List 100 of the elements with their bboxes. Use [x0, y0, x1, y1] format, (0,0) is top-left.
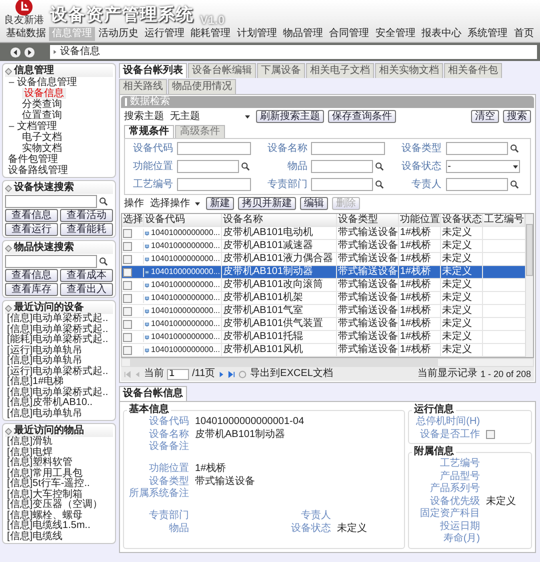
checkbox[interactable]	[123, 346, 132, 354]
action-button[interactable]: 拷贝并新建	[238, 197, 296, 210]
column-header[interactable]: 设备名称	[222, 214, 337, 226]
column-header[interactable]: 设备代码	[144, 214, 222, 226]
search-icon[interactable]	[510, 180, 519, 189]
input-field[interactable]	[311, 142, 386, 155]
view-button[interactable]: 查看运行	[5, 223, 58, 236]
search-icon[interactable]	[241, 162, 250, 171]
recent-link[interactable]: [信息]电动单梁桥式起..	[7, 324, 113, 335]
tab[interactable]: 相关电子文档	[306, 63, 374, 78]
checkbox[interactable]	[486, 430, 495, 440]
menu-item[interactable]: 活动历史	[95, 27, 142, 41]
action-button[interactable]: 编辑	[300, 197, 328, 210]
recent-link[interactable]: [运行]电动单轨吊	[7, 346, 113, 356]
input-field[interactable]	[177, 160, 239, 173]
action-dropdown[interactable]: 选择操作	[148, 198, 202, 210]
view-button[interactable]: 查看信息	[5, 209, 58, 222]
view-button[interactable]: 查看能耗	[60, 223, 113, 236]
menu-item[interactable]: 物品管理	[280, 27, 326, 41]
recent-link[interactable]: [信息]大车控制箱	[7, 490, 113, 500]
checkbox[interactable]	[123, 268, 132, 276]
nav-item[interactable]: 位置查询	[22, 110, 62, 121]
collapse-icon[interactable]	[8, 123, 15, 130]
search-icon[interactable]	[375, 180, 384, 189]
recent-link[interactable]: [信息]滑轨	[7, 437, 113, 448]
checkbox[interactable]	[123, 254, 132, 264]
recent-link[interactable]: [信息]1#电梯	[7, 377, 113, 388]
tab[interactable]: 设备台帐信息	[119, 386, 187, 401]
search-field[interactable]	[5, 255, 97, 268]
tab[interactable]: 物品使用情况	[168, 79, 236, 94]
menu-item[interactable]: 系统管理	[464, 27, 511, 41]
recent-link[interactable]: [信息]电焊	[7, 448, 113, 458]
column-header[interactable]: 设备类型	[337, 214, 399, 226]
recent-link[interactable]: [信息]电动单梁桥式起..	[7, 388, 113, 398]
input-field[interactable]	[446, 142, 508, 155]
scrollbar[interactable]	[121, 358, 534, 367]
recent-link[interactable]: [信息]5t行车-遥控..	[7, 479, 113, 490]
toolbar-button[interactable]: 搜索	[503, 110, 531, 123]
menu-item[interactable]: 安全管理	[372, 27, 418, 41]
recent-link[interactable]: [信息]常用工具包	[7, 468, 113, 479]
theme-dropdown[interactable]: 无主题	[168, 110, 252, 122]
menu-item[interactable]: 运行管理	[142, 27, 188, 41]
toolbar-button[interactable]: 保存查询条件	[328, 110, 396, 123]
tab[interactable]: 相关实物文档	[375, 63, 443, 78]
view-button[interactable]: 查看活动	[60, 209, 113, 222]
search-icon[interactable]	[99, 197, 108, 206]
input-field[interactable]	[311, 178, 374, 191]
view-button[interactable]: 查看出入	[60, 283, 113, 296]
status-dropdown[interactable]: -	[446, 160, 520, 173]
recent-link[interactable]: [信息]螺栓、螺母	[7, 510, 113, 521]
tab[interactable]: 设备台帐列表	[119, 63, 187, 78]
action-button[interactable]: 新建	[206, 197, 234, 210]
tab[interactable]: 设备台帐编辑	[188, 63, 256, 78]
input-field[interactable]	[311, 160, 374, 173]
checkbox[interactable]	[123, 228, 132, 238]
menu-item[interactable]: 合同管理	[326, 27, 372, 41]
menu-item[interactable]: 计划管理	[234, 27, 280, 41]
recent-link[interactable]: [信息]变压器（空调）	[7, 500, 113, 510]
search-field[interactable]	[5, 195, 97, 208]
menu-item[interactable]: 报表中心	[418, 27, 465, 41]
nav-item[interactable]: 设备信息管理	[17, 77, 77, 88]
checkbox[interactable]	[123, 280, 132, 290]
recent-link[interactable]: [能耗]电动单梁桥式起..	[7, 335, 113, 346]
column-header[interactable]: 功能位置	[399, 214, 441, 226]
checkbox[interactable]	[123, 332, 132, 342]
nav-item[interactable]: 实物文档	[22, 143, 62, 154]
last-page-icon[interactable]	[228, 370, 236, 378]
menu-item[interactable]: 基础数据	[3, 27, 49, 41]
nav-item[interactable]: 分类查询	[22, 99, 62, 110]
search-icon[interactable]	[510, 144, 519, 153]
home-link[interactable]: 首页	[510, 27, 537, 41]
checkbox[interactable]	[123, 320, 132, 328]
nav-item[interactable]: 电子文档	[22, 132, 62, 143]
recent-link[interactable]: [运行]电动单梁桥式起..	[7, 366, 113, 377]
toolbar-button[interactable]: 刷新搜索主题	[256, 110, 324, 123]
view-button[interactable]: 查看成本	[60, 269, 113, 282]
recent-link[interactable]: [信息]电动单轨吊	[7, 408, 113, 419]
view-button[interactable]: 查看库存	[5, 283, 58, 296]
search-icon[interactable]	[375, 162, 384, 171]
checkbox[interactable]	[123, 306, 132, 316]
recent-link[interactable]: [信息]塑料软管	[7, 458, 113, 468]
recent-link[interactable]: [信息]电动单梁桥式起..	[7, 314, 113, 324]
nav-item[interactable]: 备件包管理	[8, 154, 58, 165]
input-field[interactable]	[446, 178, 508, 191]
toolbar-button[interactable]: 清空	[471, 110, 499, 123]
back-icon[interactable]	[10, 46, 21, 58]
recent-link[interactable]: [信息]电缆线	[7, 532, 113, 542]
nav-item[interactable]: 文档管理	[17, 121, 57, 132]
column-header[interactable]: 设备状态	[441, 214, 483, 226]
recent-link[interactable]: [信息]皮带机AB10..	[7, 398, 113, 408]
recent-link[interactable]: [信息]电缆线1.5m..	[7, 521, 113, 532]
refresh-icon[interactable]	[238, 370, 248, 378]
input-field[interactable]	[177, 178, 251, 191]
export-link[interactable]: 导出到EXCEL文档	[250, 368, 333, 380]
tab[interactable]: 相关备件包	[444, 63, 502, 78]
checkbox[interactable]	[123, 294, 132, 302]
first-page-icon[interactable]	[124, 370, 131, 378]
tab[interactable]: 相关路线	[119, 79, 167, 94]
subtab[interactable]: 常规条件	[124, 125, 174, 138]
nav-item[interactable]: 设备信息	[22, 88, 66, 99]
